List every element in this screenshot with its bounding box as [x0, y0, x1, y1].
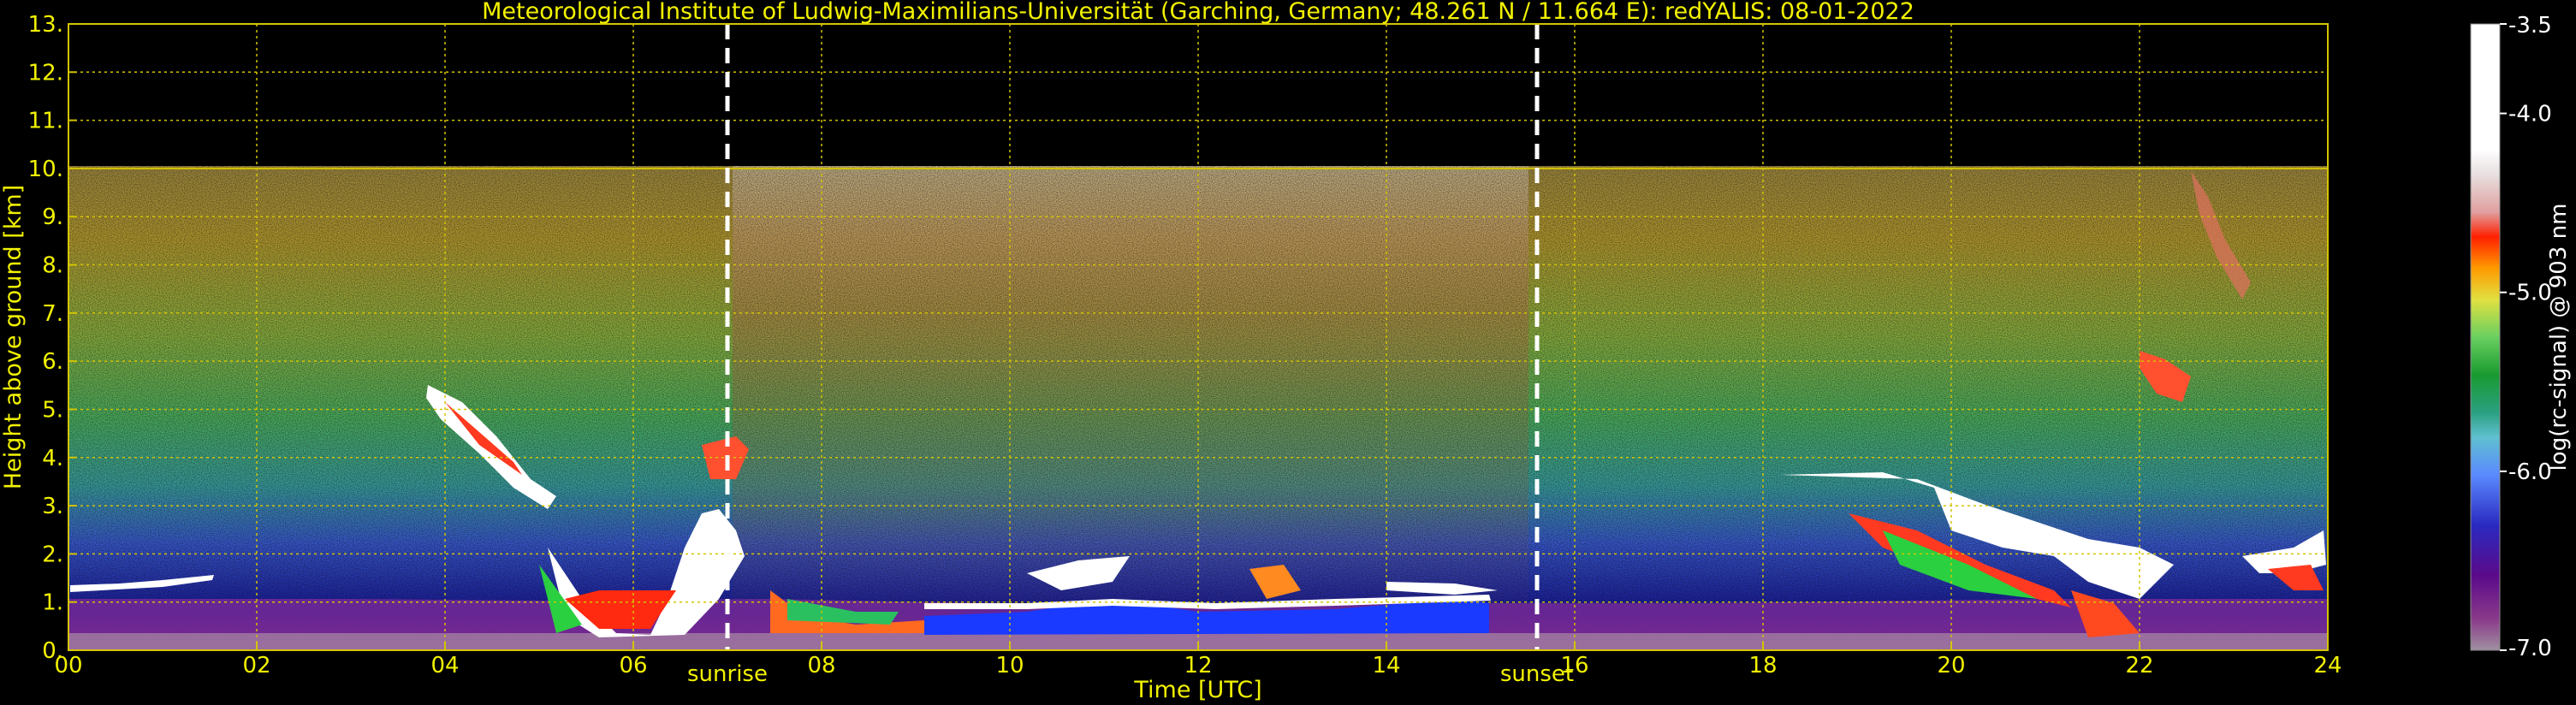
colorbar-ticks: -3.5-4.0-5.0-6.0-7.0: [2500, 13, 2552, 661]
y-tick-label: 12.: [28, 60, 63, 86]
y-tick-label: 3.: [42, 494, 63, 519]
colorbar: -3.5-4.0-5.0-6.0-7.0 log(rc-signal) @ 90…: [2470, 13, 2572, 661]
colorbar-tick-label: -7.0: [2508, 636, 2552, 661]
y-tick-label: 2.: [42, 542, 63, 567]
y-tick-label: 8.: [42, 253, 63, 279]
y-tick-label: 7.: [42, 301, 63, 327]
x-tick-label: 10: [995, 653, 1024, 678]
colorbar-label: log(rc-signal) @ 903 nm: [2546, 204, 2572, 471]
y-tick-label: 0.: [42, 638, 63, 664]
x-tick-label: 24: [2313, 653, 2342, 678]
y-tick-label: 10.: [28, 157, 63, 182]
y-tick-label: 11.: [28, 109, 63, 134]
y-tick-label: 1.: [42, 590, 63, 616]
y-tick-label: 9.: [42, 204, 63, 230]
y-axis-label: Height above ground [km]: [0, 185, 27, 489]
x-tick-label: 20: [1937, 653, 1965, 678]
x-axis-label: Time [UTC]: [1133, 677, 1261, 703]
y-tick-label: 5.: [42, 397, 63, 423]
y-tick-label: 6.: [42, 349, 63, 375]
x-tick-label: 02: [242, 653, 270, 678]
x-tick-label: 14: [1372, 653, 1400, 678]
colorbar-tick-label: -4.0: [2508, 102, 2552, 127]
x-tick-label: 04: [430, 653, 459, 678]
x-tick-label: 12: [1184, 653, 1212, 678]
x-tick-label: 08: [807, 653, 835, 678]
colorbar-gradient: [2471, 24, 2500, 650]
y-tick-label: 13.: [28, 12, 63, 38]
y-tick-label: 4.: [42, 446, 63, 471]
x-tick-label: 18: [1748, 653, 1777, 678]
chart-title: Meteorological Institute of Ludwig-Maxim…: [482, 0, 1914, 25]
lidar-chart: sunrise sunset 00 02 04 06 08 10 12 14 16 18 20 22 24…: [0, 0, 2572, 703]
x-tick-label: 22: [2125, 653, 2153, 678]
x-tick-label: 16: [1560, 653, 1588, 678]
x-tick-label: 06: [619, 653, 647, 678]
colorbar-tick-label: -3.5: [2508, 13, 2552, 39]
event-marker-label: sunrise: [687, 661, 768, 687]
